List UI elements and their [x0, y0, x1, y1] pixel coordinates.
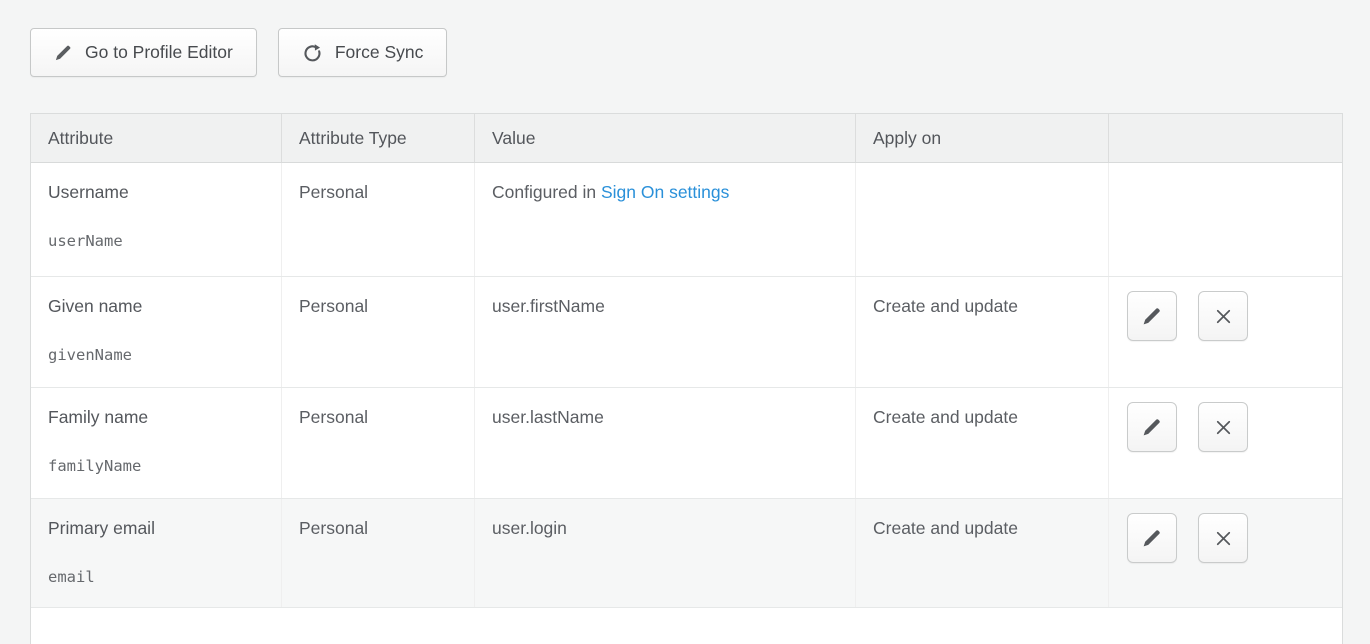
force-sync-label: Force Sync — [335, 42, 424, 63]
value-cell: user.login — [475, 499, 856, 607]
column-header-apply-on: Apply on — [856, 114, 1109, 162]
table-row: Primary email email Personal user.login … — [31, 499, 1342, 608]
apply-on-cell: Create and update — [856, 277, 1109, 387]
value-cell: Configured in Sign On settings — [475, 163, 856, 276]
table-header-row: Attribute Attribute Type Value Apply on — [31, 113, 1342, 163]
actions-cell — [1109, 277, 1342, 387]
remove-attribute-button[interactable] — [1198, 402, 1248, 452]
refresh-icon — [302, 42, 323, 63]
attribute-cell: Username userName — [31, 163, 282, 276]
apply-on-cell: Create and update — [856, 499, 1109, 607]
attribute-cell: Given name givenName — [31, 277, 282, 387]
attribute-type-cell: Personal — [282, 163, 475, 276]
attribute-label: Given name — [48, 296, 267, 317]
attribute-cell: Primary email email — [31, 499, 282, 607]
column-header-actions — [1109, 114, 1342, 162]
table-row: Family name familyName Personal user.las… — [31, 388, 1342, 499]
profile-mappings-page: Go to Profile Editor Force Sync Attribut… — [0, 0, 1370, 644]
attribute-code: email — [48, 568, 267, 586]
actions-cell-empty — [1109, 163, 1342, 276]
toolbar: Go to Profile Editor Force Sync — [30, 28, 447, 77]
attribute-type-cell: Personal — [282, 499, 475, 607]
remove-x-icon — [1213, 528, 1234, 549]
force-sync-button[interactable]: Force Sync — [278, 28, 448, 77]
attribute-mapping-table: Attribute Attribute Type Value Apply on … — [30, 113, 1343, 644]
value-cell: user.firstName — [475, 277, 856, 387]
actions-cell — [1109, 499, 1342, 607]
attribute-cell: Family name familyName — [31, 388, 282, 498]
edit-pencil-icon — [1141, 527, 1163, 549]
apply-on-cell: Create and update — [856, 388, 1109, 498]
remove-attribute-button[interactable] — [1198, 291, 1248, 341]
edit-attribute-button[interactable] — [1127, 513, 1177, 563]
attribute-label: Family name — [48, 407, 267, 428]
remove-x-icon — [1213, 306, 1234, 327]
table-row: Given name givenName Personal user.first… — [31, 277, 1342, 388]
remove-attribute-button[interactable] — [1198, 513, 1248, 563]
value-text: Configured in — [492, 182, 601, 202]
column-header-attribute: Attribute — [31, 114, 282, 162]
value-cell: user.lastName — [475, 388, 856, 498]
attribute-code: userName — [48, 232, 267, 250]
attribute-label: Primary email — [48, 518, 267, 539]
edit-attribute-button[interactable] — [1127, 291, 1177, 341]
actions-cell — [1109, 388, 1342, 498]
edit-pencil-icon — [1141, 305, 1163, 327]
table-row: Username userName Personal Configured in… — [31, 163, 1342, 277]
attribute-code: familyName — [48, 457, 267, 475]
sign-on-settings-link[interactable]: Sign On settings — [601, 182, 729, 202]
edit-attribute-button[interactable] — [1127, 402, 1177, 452]
pencil-icon — [54, 43, 73, 62]
attribute-type-cell: Personal — [282, 388, 475, 498]
edit-pencil-icon — [1141, 416, 1163, 438]
attribute-type-cell: Personal — [282, 277, 475, 387]
column-header-value: Value — [475, 114, 856, 162]
go-to-profile-editor-label: Go to Profile Editor — [85, 42, 233, 63]
apply-on-cell — [856, 163, 1109, 276]
attribute-code: givenName — [48, 346, 267, 364]
table-row-empty — [31, 608, 1342, 644]
go-to-profile-editor-button[interactable]: Go to Profile Editor — [30, 28, 257, 77]
remove-x-icon — [1213, 417, 1234, 438]
column-header-attribute-type: Attribute Type — [282, 114, 475, 162]
attribute-label: Username — [48, 182, 267, 203]
